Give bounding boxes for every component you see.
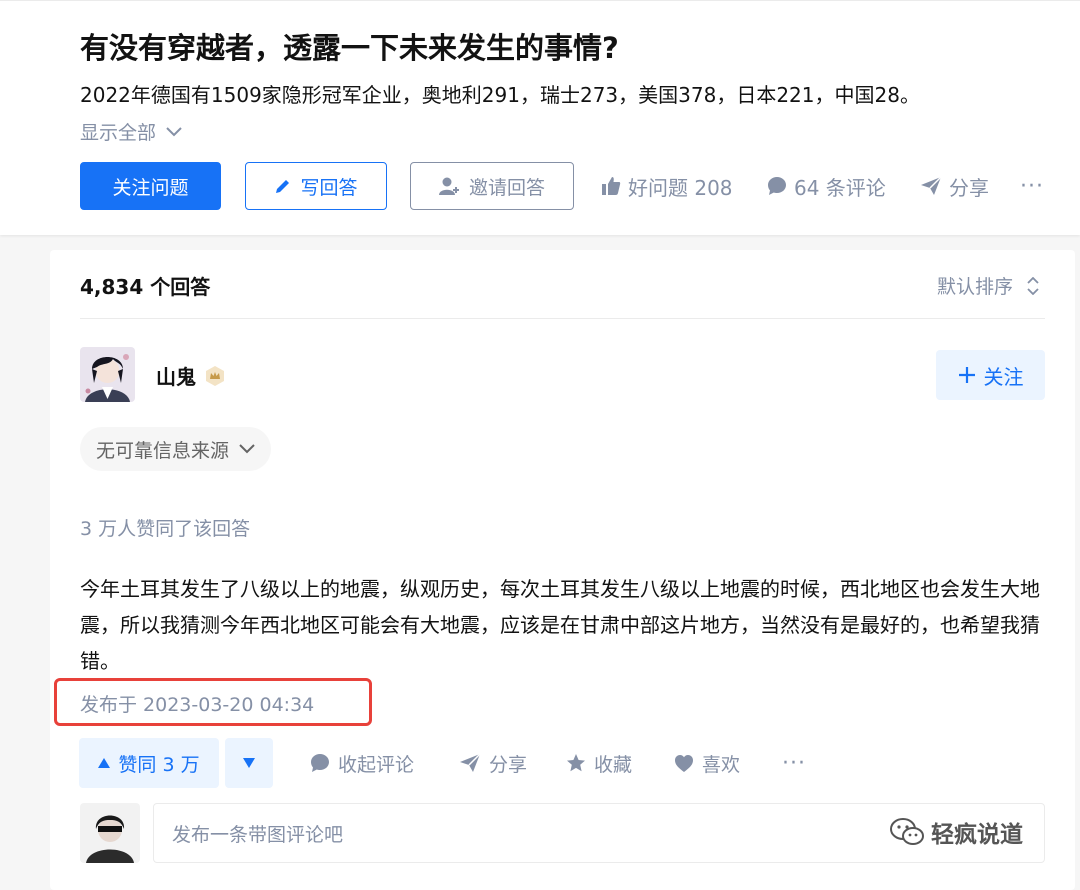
answer-actions: 赞同 3 万 收起评论 分享 收藏 喜欢 ··· (79, 738, 1049, 788)
question-header: 有没有穿越者，透露一下未来发生的事情? 2022年德国有1509家隐形冠军企业，… (0, 0, 1080, 235)
author-avatar[interactable] (80, 347, 135, 402)
plus-icon (958, 366, 976, 384)
show-all-link[interactable]: 显示全部 (80, 118, 182, 145)
commenter-avatar (80, 803, 140, 863)
question-comments-button[interactable]: 64 条评论 (767, 162, 886, 210)
favorite-button[interactable]: 收藏 (566, 738, 632, 788)
star-icon (566, 753, 586, 773)
invite-answer-button[interactable]: 邀请回答 (410, 162, 574, 210)
sort-dropdown[interactable]: 默认排序 (937, 272, 1039, 299)
follow-author-button[interactable]: 关注 (936, 350, 1045, 400)
invite-answer-label: 邀请回答 (468, 176, 545, 199)
question-share-button[interactable]: 分享 (920, 162, 989, 210)
voters-summary[interactable]: 3 万人赞同了该回答 (80, 514, 250, 541)
author-name-link[interactable]: 山鬼 (156, 361, 226, 390)
sort-icon (1027, 276, 1039, 295)
triangle-down-icon (243, 758, 255, 768)
chevron-down-icon (166, 126, 182, 137)
more-icon: ··· (1020, 173, 1044, 199)
publish-time-highlight (54, 678, 372, 726)
chevron-down-icon (239, 444, 255, 454)
share-plane-icon (920, 176, 942, 196)
badge-icon (204, 365, 226, 387)
question-description: 2022年德国有1509家隐形冠军企业，奥地利291，瑞士273，美国378，日… (80, 83, 920, 107)
share-plane-icon (459, 753, 481, 773)
answers-card: 4,834 个回答 默认排序 山鬼 关注 无可靠信息来源 3 万人赞同了该回答 … (50, 250, 1075, 890)
follow-question-button[interactable]: 关注问题 (80, 162, 221, 210)
follow-author-label: 关注 (983, 364, 1024, 389)
good-question-button[interactable]: 好问题 208 (601, 162, 733, 210)
author-name: 山鬼 (156, 365, 196, 389)
follow-question-label: 关注问题 (112, 176, 189, 199)
question-more-button[interactable]: ··· (1020, 162, 1044, 210)
like-button[interactable]: 喜欢 (674, 738, 740, 788)
favorite-label: 收藏 (594, 753, 633, 776)
upvote-label: 赞同 3 万 (118, 753, 200, 776)
watermark-text: 轻疯说道 (931, 822, 1023, 848)
question-title: 有没有穿越者，透露一下未来发生的事情? (80, 31, 619, 65)
more-icon: ··· (782, 750, 806, 776)
collapse-comments-label: 收起评论 (338, 753, 415, 776)
question-comments-label: 64 条评论 (794, 175, 886, 200)
source-label-dropdown[interactable]: 无可靠信息来源 (80, 427, 272, 471)
triangle-up-icon (98, 758, 111, 768)
source-label: 无可靠信息来源 (96, 439, 230, 462)
show-all-label: 显示全部 (80, 122, 157, 144)
add-user-icon (438, 176, 461, 196)
comment-placeholder: 发布一条带图评论吧 (172, 823, 344, 846)
pencil-icon (274, 177, 292, 195)
like-label: 喜欢 (702, 753, 741, 776)
answer-share-label: 分享 (489, 753, 528, 776)
watermark: 轻疯说道 (889, 812, 1023, 852)
question-share-label: 分享 (949, 175, 989, 200)
wechat-icon (889, 817, 925, 847)
write-answer-button[interactable]: 写回答 (245, 162, 387, 210)
downvote-button[interactable] (225, 738, 273, 788)
answer-content: 今年土耳其发生了八级以上的地震，纵观历史，每次土耳其发生八级以上地震的时候，西北… (80, 577, 1040, 673)
write-answer-label: 写回答 (300, 176, 358, 199)
answer-more-button[interactable]: ··· (782, 738, 806, 788)
heart-icon (674, 754, 694, 773)
answer-count: 4,834 个回答 (80, 275, 211, 299)
divider (80, 318, 1045, 319)
good-question-label: 好问题 208 (628, 175, 733, 200)
comment-bubble-icon (767, 176, 787, 196)
answer-share-button[interactable]: 分享 (459, 738, 527, 788)
question-actions: 关注问题 写回答 邀请回答 好问题 208 64 条评论 分享 ··· (80, 162, 1060, 212)
sort-label: 默认排序 (936, 276, 1013, 298)
collapse-comments-button[interactable]: 收起评论 (310, 738, 414, 788)
comment-bubble-icon (310, 753, 330, 773)
upvote-button[interactable]: 赞同 3 万 (79, 738, 219, 788)
thumbs-up-icon (601, 176, 621, 196)
